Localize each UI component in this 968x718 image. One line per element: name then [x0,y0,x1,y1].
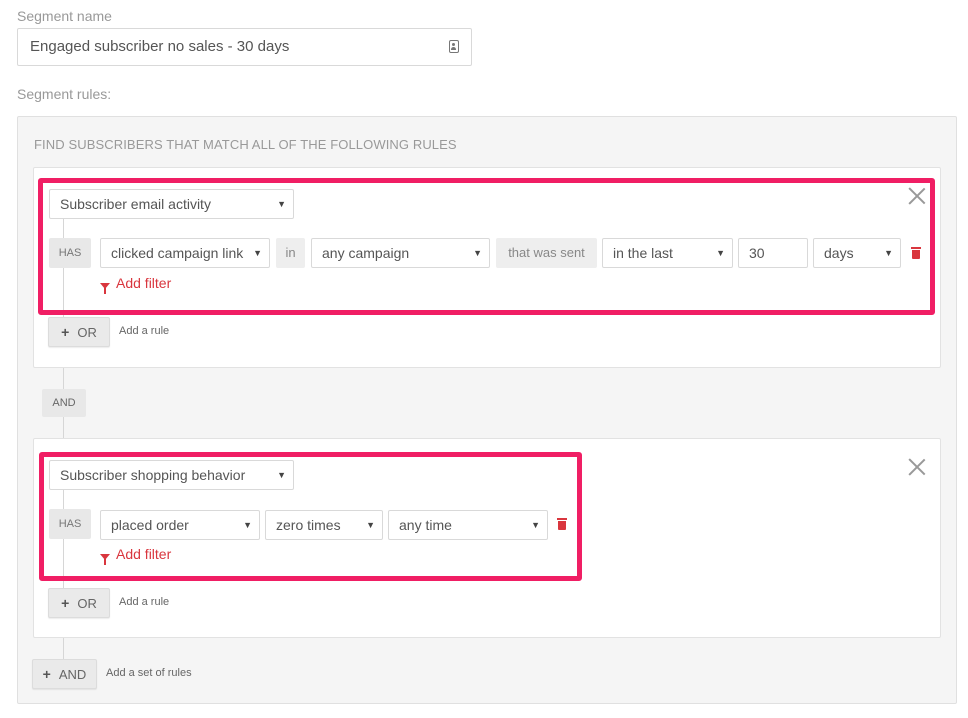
add-rule-hint: Add a rule [119,596,170,608]
rule-tree-line [63,489,64,589]
add-and-set-button[interactable]: + AND [32,659,97,689]
chevron-down-icon: ▼ [531,520,540,530]
close-icon[interactable] [908,187,926,205]
sent-label: that was sent [496,238,597,268]
segment-rules-label: Segment rules: [17,86,112,102]
action-select[interactable]: placed order ▼ [100,510,260,540]
chevron-down-icon: ▼ [884,248,893,258]
and-connector: AND [42,389,86,417]
add-or-rule-button[interactable]: + OR [48,317,110,347]
unit-select[interactable]: days ▼ [813,238,901,268]
chevron-down-icon: ▼ [253,248,262,258]
segment-name-input[interactable]: Engaged subscriber no sales - 30 days [17,28,472,66]
in-label: in [276,238,305,268]
trash-icon[interactable] [557,518,567,530]
filter-icon [100,554,110,565]
segment-name-label: Segment name [17,8,112,24]
add-set-hint: Add a set of rules [106,667,192,679]
has-label: HAS [49,238,91,268]
add-or-rule-button[interactable]: + OR [48,588,110,618]
rule-category-select[interactable]: Subscriber shopping behavior ▼ [49,460,294,490]
connector-line [63,638,64,660]
chevron-down-icon: ▼ [716,248,725,258]
add-rule-hint: Add a rule [119,325,170,337]
amount-input[interactable]: 30 [738,238,808,268]
add-filter-link[interactable]: Add filter [100,546,171,565]
action-select[interactable]: clicked campaign link ▼ [100,238,270,268]
plus-icon: + [61,595,70,611]
plus-icon: + [61,324,70,340]
chevron-down-icon: ▼ [473,248,482,258]
rule-tree-line [63,218,64,318]
contact-card-icon[interactable] [449,40,459,53]
trash-icon[interactable] [911,247,921,259]
add-filter-link[interactable]: Add filter [100,275,171,294]
chevron-down-icon: ▼ [243,520,252,530]
chevron-down-icon: ▼ [366,520,375,530]
campaign-select[interactable]: any campaign ▼ [311,238,490,268]
rule-category-select[interactable]: Subscriber email activity ▼ [49,189,294,219]
chevron-down-icon: ▼ [277,199,286,209]
plus-icon: + [42,666,51,682]
time-qualifier-select[interactable]: in the last ▼ [602,238,733,268]
period-select[interactable]: any time ▼ [388,510,548,540]
filter-icon [100,283,110,294]
frequency-select[interactable]: zero times ▼ [265,510,383,540]
segment-name-value: Engaged subscriber no sales - 30 days [30,38,290,55]
close-icon[interactable] [908,458,926,476]
has-label: HAS [49,509,91,539]
chevron-down-icon: ▼ [277,470,286,480]
rules-heading: FIND SUBSCRIBERS THAT MATCH ALL OF THE F… [34,137,457,152]
